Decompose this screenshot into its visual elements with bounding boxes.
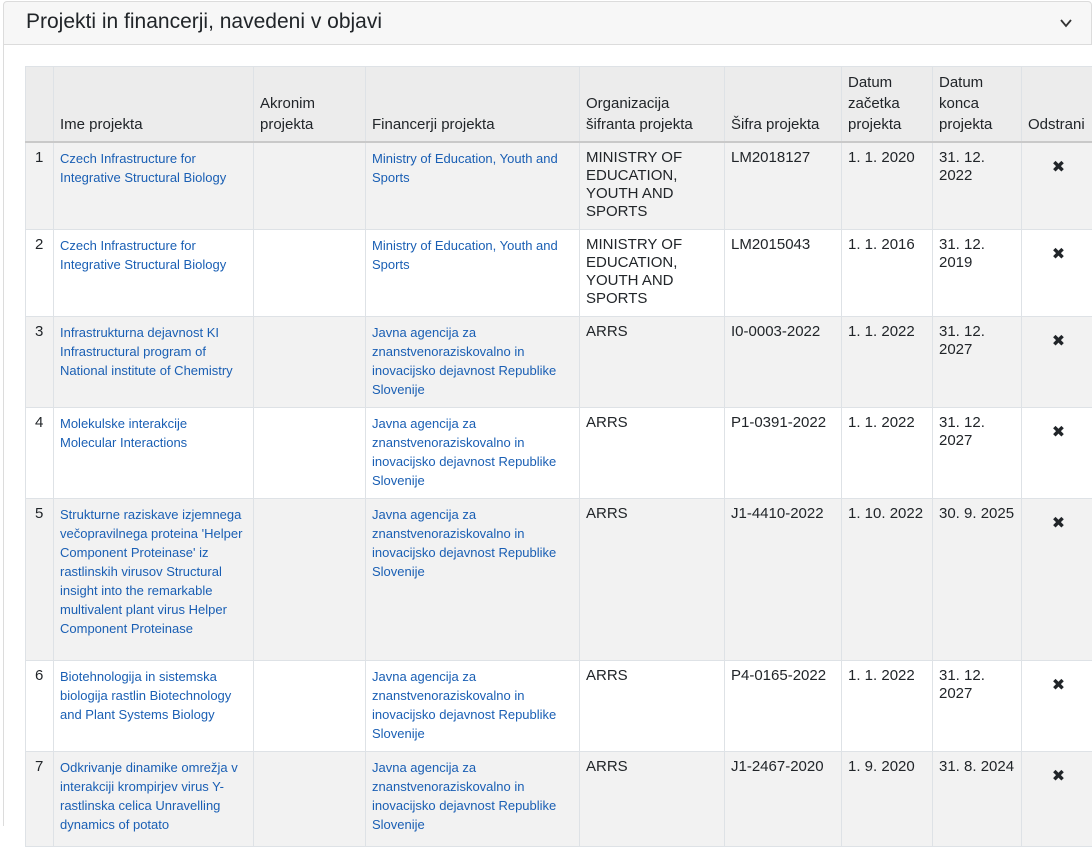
header-start[interactable]: Datum začetka projekta: [842, 67, 933, 143]
org-cell: ARRS: [580, 499, 725, 661]
project-acronym: [254, 408, 366, 499]
end-date: 31. 8. 2024: [933, 752, 1022, 847]
header-org[interactable]: Organizacija šifranta projekta: [580, 67, 725, 143]
table-row: 4Molekulske interakcije Molecular Intera…: [26, 408, 1092, 499]
table-row: 1Czech Infrastructure for Integrative St…: [26, 142, 1092, 230]
row-number: 1: [26, 142, 54, 230]
table-header-row: Ime projekta Akronim projekta Financerji…: [26, 67, 1092, 143]
project-code: P4-0165-2022: [725, 661, 842, 752]
end-date: 30. 9. 2025: [933, 499, 1022, 661]
header-remove: Odstrani: [1022, 67, 1092, 143]
project-acronym: [254, 499, 366, 661]
project-acronym: [254, 230, 366, 317]
funder-link[interactable]: Ministry of Education, Youth and Sports: [372, 149, 573, 187]
project-acronym: [254, 317, 366, 408]
row-number: 5: [26, 499, 54, 661]
funder-link[interactable]: Ministry of Education, Youth and Sports: [372, 236, 573, 274]
end-date: 31. 12. 2019: [933, 230, 1022, 317]
project-name-link[interactable]: Strukturne raziskave izjemnega večopravi…: [60, 505, 247, 638]
project-code: J1-4410-2022: [725, 499, 842, 661]
chevron-down-icon[interactable]: [1059, 16, 1073, 30]
header-name[interactable]: Ime projekta: [54, 67, 254, 143]
projects-table: Ime projekta Akronim projekta Financerji…: [25, 66, 1092, 847]
end-date: 31. 12. 2027: [933, 661, 1022, 752]
start-date: 1. 1. 2022: [842, 317, 933, 408]
panel-header[interactable]: Projekti in financerji, navedeni v objav…: [3, 1, 1092, 45]
start-date: 1. 1. 2016: [842, 230, 933, 317]
funder-link[interactable]: Javna agencija za znanstvenoraziskovalno…: [372, 758, 573, 834]
table-row: 5Strukturne raziskave izjemnega večoprav…: [26, 499, 1092, 661]
table-row: 6Biotehnologija in sistemska biologija r…: [26, 661, 1092, 752]
project-name-link[interactable]: Biotehnologija in sistemska biologija ra…: [60, 667, 247, 724]
header-acronym[interactable]: Akronim projekta: [254, 67, 366, 143]
header-end[interactable]: Datum konca projekta: [933, 67, 1022, 143]
project-name-link[interactable]: Infrastrukturna dejavnost KI Infrastruct…: [60, 323, 247, 380]
project-code: P1-0391-2022: [725, 408, 842, 499]
project-name-link[interactable]: Odkrivanje dinamike omrežja v interakcij…: [60, 758, 247, 834]
end-date: 31. 12. 2022: [933, 142, 1022, 230]
row-number: 6: [26, 661, 54, 752]
remove-icon[interactable]: ✖: [1052, 675, 1065, 695]
end-date: 31. 12. 2027: [933, 317, 1022, 408]
panel-title: Projekti in financerji, navedeni v objav…: [26, 10, 382, 34]
funder-link[interactable]: Javna agencija za znanstvenoraziskovalno…: [372, 414, 573, 490]
row-number: 3: [26, 317, 54, 408]
end-date: 31. 12. 2027: [933, 408, 1022, 499]
header-num: [26, 67, 54, 143]
project-code: J1-2467-2020: [725, 752, 842, 847]
row-number: 4: [26, 408, 54, 499]
remove-icon[interactable]: ✖: [1052, 331, 1065, 351]
funder-link[interactable]: Javna agencija za znanstvenoraziskovalno…: [372, 505, 573, 581]
start-date: 1. 1. 2022: [842, 408, 933, 499]
remove-icon[interactable]: ✖: [1052, 422, 1065, 442]
header-code[interactable]: Šifra projekta: [725, 67, 842, 143]
table-row: 7Odkrivanje dinamike omrežja v interakci…: [26, 752, 1092, 847]
funder-link[interactable]: Javna agencija za znanstvenoraziskovalno…: [372, 667, 573, 743]
org-cell: ARRS: [580, 752, 725, 847]
org-cell: ARRS: [580, 408, 725, 499]
start-date: 1. 1. 2022: [842, 661, 933, 752]
project-code: I0-0003-2022: [725, 317, 842, 408]
project-code: LM2015043: [725, 230, 842, 317]
org-cell: MINISTRY OF EDUCATION, YOUTH AND SPORTS: [580, 230, 725, 317]
project-acronym: [254, 142, 366, 230]
project-name-link[interactable]: Czech Infrastructure for Integrative Str…: [60, 236, 247, 274]
remove-icon[interactable]: ✖: [1052, 766, 1065, 786]
table-row: 2Czech Infrastructure for Integrative St…: [26, 230, 1092, 317]
project-acronym: [254, 752, 366, 847]
remove-icon[interactable]: ✖: [1052, 244, 1065, 264]
remove-icon[interactable]: ✖: [1052, 513, 1065, 533]
project-name-link[interactable]: Czech Infrastructure for Integrative Str…: [60, 149, 247, 187]
org-cell: ARRS: [580, 661, 725, 752]
header-funders[interactable]: Financerji projekta: [366, 67, 580, 143]
panel-body: Ime projekta Akronim projekta Financerji…: [3, 45, 1092, 826]
remove-icon[interactable]: ✖: [1052, 157, 1065, 177]
start-date: 1. 10. 2022: [842, 499, 933, 661]
org-cell: MINISTRY OF EDUCATION, YOUTH AND SPORTS: [580, 142, 725, 230]
start-date: 1. 1. 2020: [842, 142, 933, 230]
start-date: 1. 9. 2020: [842, 752, 933, 847]
project-code: LM2018127: [725, 142, 842, 230]
project-acronym: [254, 661, 366, 752]
row-number: 2: [26, 230, 54, 317]
project-name-link[interactable]: Molekulske interakcije Molecular Interac…: [60, 414, 247, 452]
row-number: 7: [26, 752, 54, 847]
funder-link[interactable]: Javna agencija za znanstvenoraziskovalno…: [372, 323, 573, 399]
table-row: 3Infrastrukturna dejavnost KI Infrastruc…: [26, 317, 1092, 408]
org-cell: ARRS: [580, 317, 725, 408]
